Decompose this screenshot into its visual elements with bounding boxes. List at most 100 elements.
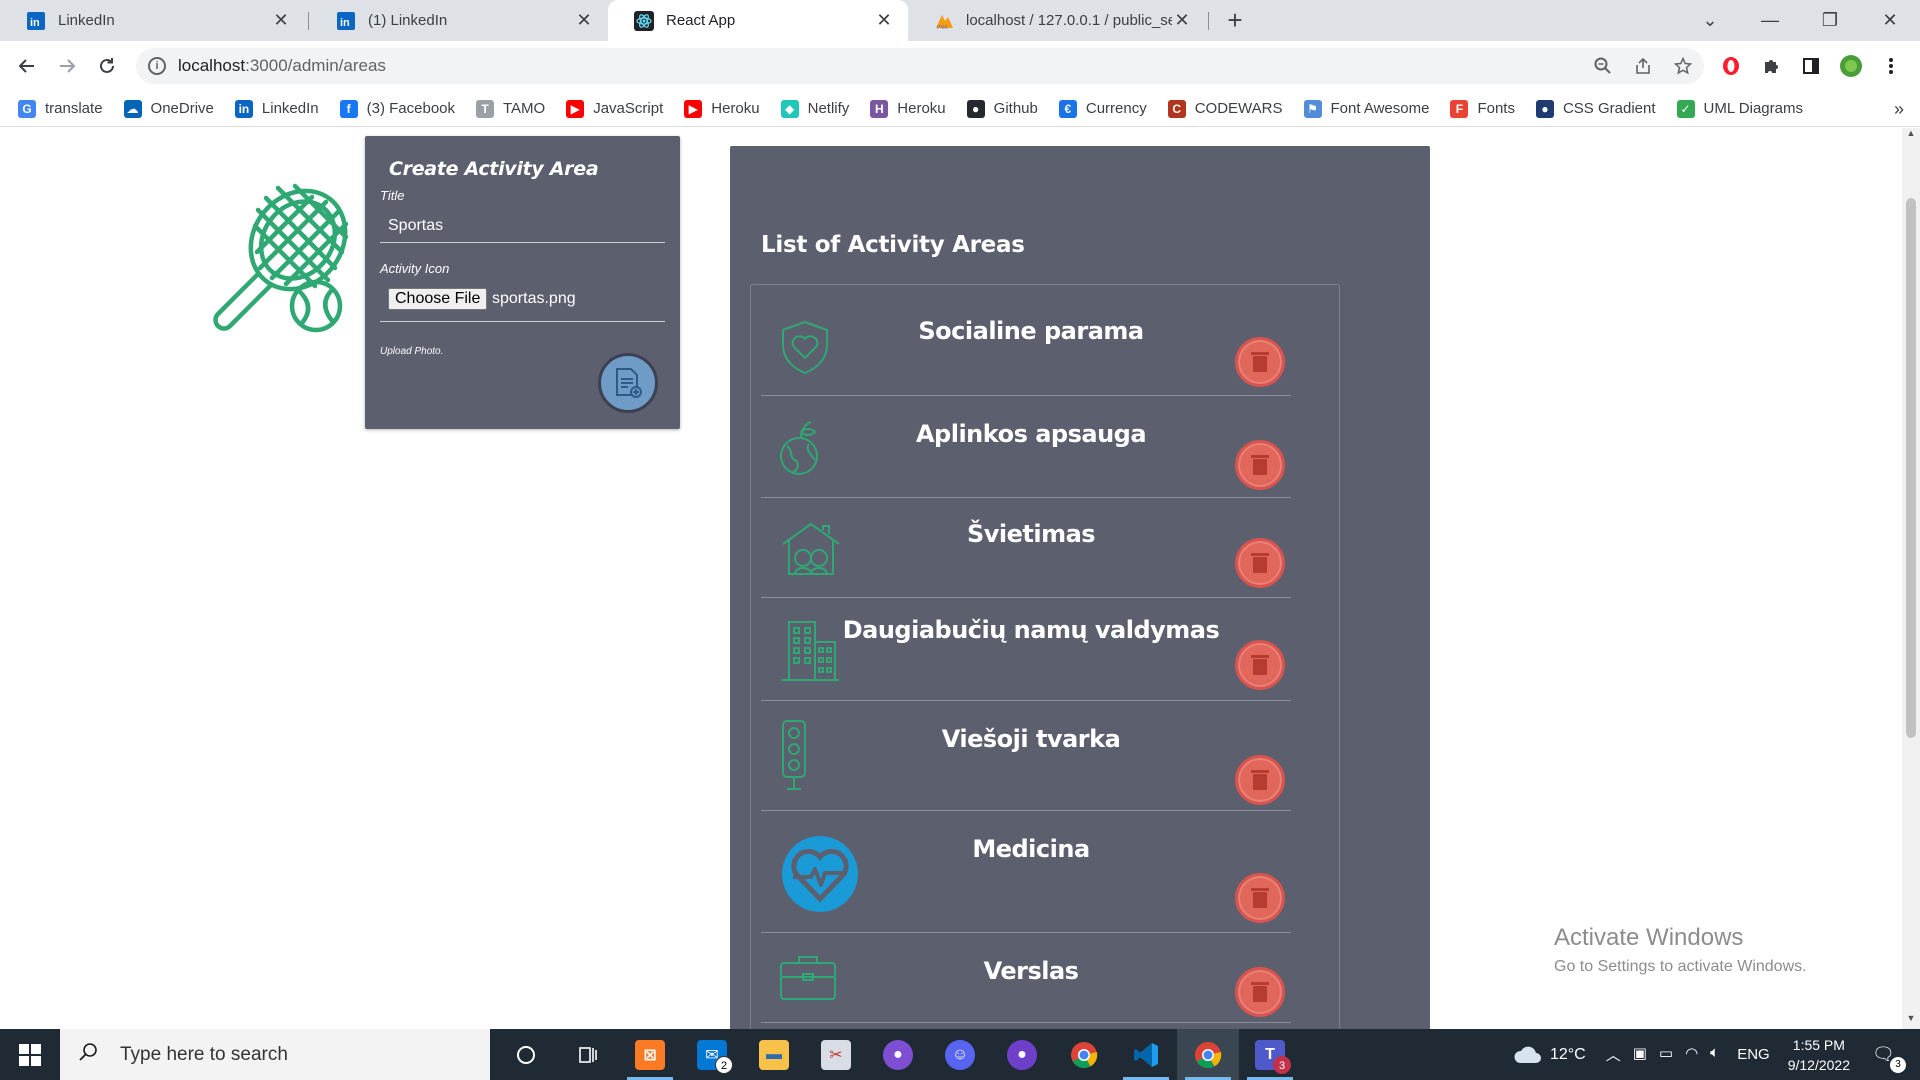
site-info-icon[interactable]: i [148, 57, 166, 75]
bookmark-item[interactable]: ✓ UML Diagrams [1676, 99, 1803, 118]
side-panel-icon[interactable] [1794, 49, 1828, 83]
language-indicator[interactable]: ENG [1737, 1046, 1770, 1063]
title-input-value[interactable]: Sportas [388, 217, 443, 235]
start-button[interactable] [0, 1029, 60, 1080]
upload-submit-button[interactable] [598, 353, 658, 413]
close-icon[interactable]: ✕ [574, 10, 594, 31]
bookmark-item[interactable]: H Heroku [870, 99, 946, 118]
bookmarks-bar: Gtranslate ☁ OneDrive in LinkedIn f (3) Facebo… [0, 91, 1920, 127]
tab-strip: in LinkedIn ✕ in (1) LinkedIn ✕ React Ap… [0, 0, 1920, 41]
back-button[interactable] [10, 49, 44, 83]
tab-separator [1208, 12, 1209, 30]
bookmark-item[interactable]: in LinkedIn [234, 99, 319, 118]
delete-button[interactable] [1235, 640, 1285, 690]
icon-file-input[interactable]: Choose File sportas.png [380, 280, 665, 322]
task-view-button[interactable] [557, 1029, 619, 1080]
bookmark-item[interactable]: ● CSS Gradient [1535, 99, 1656, 118]
taskbar-search[interactable]: Type here to search [60, 1029, 490, 1080]
bookmark-item[interactable]: T TAMO [476, 99, 545, 118]
reload-button[interactable] [90, 49, 124, 83]
discord-taskbar-app[interactable]: ☺ [929, 1029, 991, 1080]
tab-phpmyadmin[interactable]: PMA localhost / 127.0.0.1 / public_sect … [908, 0, 1206, 41]
delete-button[interactable] [1235, 873, 1285, 923]
area-title: Viešoji tvarka [941, 725, 1121, 753]
add-document-icon [616, 368, 642, 398]
github-icon: ● [966, 99, 985, 118]
cloud-icon [1514, 1046, 1541, 1063]
bookmark-label: LinkedIn [261, 100, 319, 117]
temperature-text: 12°C [1549, 1045, 1586, 1063]
url-text[interactable]: localhost:3000/admin/areas [178, 56, 386, 76]
url-path: :3000/admin/areas [245, 56, 386, 75]
delete-button[interactable] [1235, 967, 1285, 1017]
chrome-active-taskbar-app[interactable] [1177, 1029, 1239, 1080]
github-desktop-taskbar-app[interactable]: ● [991, 1029, 1053, 1080]
bookmark-item[interactable]: C CODEWARS [1167, 99, 1283, 118]
mail-taskbar-app[interactable]: ✉ 2 [681, 1029, 743, 1080]
volume-icon[interactable]: 🔈︎ [1710, 1044, 1719, 1065]
vscode-taskbar-app[interactable] [1115, 1029, 1177, 1080]
opera-icon[interactable] [1714, 49, 1748, 83]
zoom-icon[interactable] [1590, 54, 1616, 78]
notification-center-button[interactable]: 🗨︎ 3 [1872, 1044, 1906, 1073]
bookmark-item[interactable]: ◆ Netlify [780, 99, 849, 118]
extensions-puzzle-icon[interactable] [1754, 49, 1788, 83]
file-explorer-taskbar-app[interactable]: ▬ [743, 1029, 805, 1080]
browser-menu-icon[interactable] [1874, 49, 1908, 83]
delete-button[interactable] [1235, 440, 1285, 490]
svg-text:in: in [340, 17, 350, 29]
restore-button[interactable]: ❐ [1800, 0, 1860, 41]
bookmark-item[interactable]: ⚑ Font Awesome [1303, 99, 1429, 118]
chrome-taskbar-app[interactable] [1053, 1029, 1115, 1080]
choose-file-button[interactable]: Choose File [388, 288, 488, 310]
selected-file-name: sportas.png [492, 290, 576, 307]
teams-taskbar-app[interactable]: T3 [1239, 1029, 1301, 1080]
bookmark-item[interactable]: F Fonts [1450, 99, 1515, 118]
address-bar[interactable]: i localhost:3000/admin/areas [136, 48, 1704, 84]
browser-toolbar: i localhost:3000/admin/areas [0, 41, 1920, 91]
bookmark-star-icon[interactable] [1670, 54, 1696, 78]
minimize-button[interactable]: — [1740, 0, 1800, 41]
cortana-button[interactable] [495, 1029, 557, 1080]
delete-button[interactable] [1235, 755, 1285, 805]
wifi-icon[interactable]: ◠ [1685, 1044, 1698, 1065]
delete-button[interactable] [1235, 538, 1285, 588]
bookmark-item[interactable]: ☁ OneDrive [123, 99, 214, 118]
cortana-icon [517, 1045, 535, 1064]
close-icon[interactable]: ✕ [874, 10, 894, 31]
close-icon[interactable]: ✕ [271, 10, 291, 31]
scroll-up-arrow[interactable]: ▲ [1902, 128, 1920, 144]
close-window-button[interactable]: ✕ [1860, 0, 1920, 41]
meet-now-icon[interactable]: ▣ [1633, 1044, 1647, 1065]
forward-button[interactable] [50, 49, 84, 83]
delete-button[interactable] [1235, 337, 1285, 387]
bookmark-item[interactable]: € Currency [1058, 99, 1147, 118]
tab-linkedin-notifications[interactable]: in (1) LinkedIn ✕ [310, 0, 608, 41]
weather-widget[interactable]: 12°C [1512, 1045, 1586, 1065]
battery-icon[interactable]: ▭ [1659, 1044, 1673, 1065]
scroll-down-arrow[interactable]: ▼ [1902, 1013, 1920, 1029]
snipping-tool-taskbar-app[interactable]: ✂ [805, 1029, 867, 1080]
tab-linkedin[interactable]: in LinkedIn ✕ [0, 0, 305, 41]
close-icon[interactable]: ✕ [1172, 10, 1192, 31]
tab-search-icon[interactable]: ⌄ [1680, 0, 1740, 41]
profile-avatar[interactable] [1834, 49, 1868, 83]
bookmark-item[interactable]: ● Github [966, 99, 1038, 118]
tor-browser-taskbar-app[interactable]: ● [867, 1029, 929, 1080]
scrollbar-thumb[interactable] [1906, 198, 1916, 738]
windows-taskbar: Type here to search ⊠ ✉ 2 ▬ ✂ ● ☺ ● T3 12… [0, 1029, 1920, 1080]
title-input[interactable]: Sportas [380, 207, 665, 243]
page-scrollbar[interactable]: ▲ ▼ [1902, 128, 1920, 1029]
bookmark-item[interactable]: ▶ JavaScript [566, 99, 663, 118]
tab-react-app[interactable]: React App ✕ [608, 0, 908, 41]
bookmarks-overflow-button[interactable]: » [1894, 99, 1904, 120]
new-tab-button[interactable]: + [1218, 4, 1252, 38]
bookmark-item[interactable]: Gtranslate [18, 99, 103, 118]
chevron-up-icon[interactable]: ︿ [1606, 1044, 1621, 1065]
bookmark-item[interactable]: f (3) Facebook [339, 99, 455, 118]
bookmark-item[interactable]: ▶ Heroku [684, 99, 760, 118]
bookmark-label: translate [45, 100, 103, 117]
clock[interactable]: 1:55 PM 9/12/2022 [1788, 1035, 1850, 1075]
xampp-taskbar-app[interactable]: ⊠ [619, 1029, 681, 1080]
share-icon[interactable] [1630, 54, 1656, 78]
